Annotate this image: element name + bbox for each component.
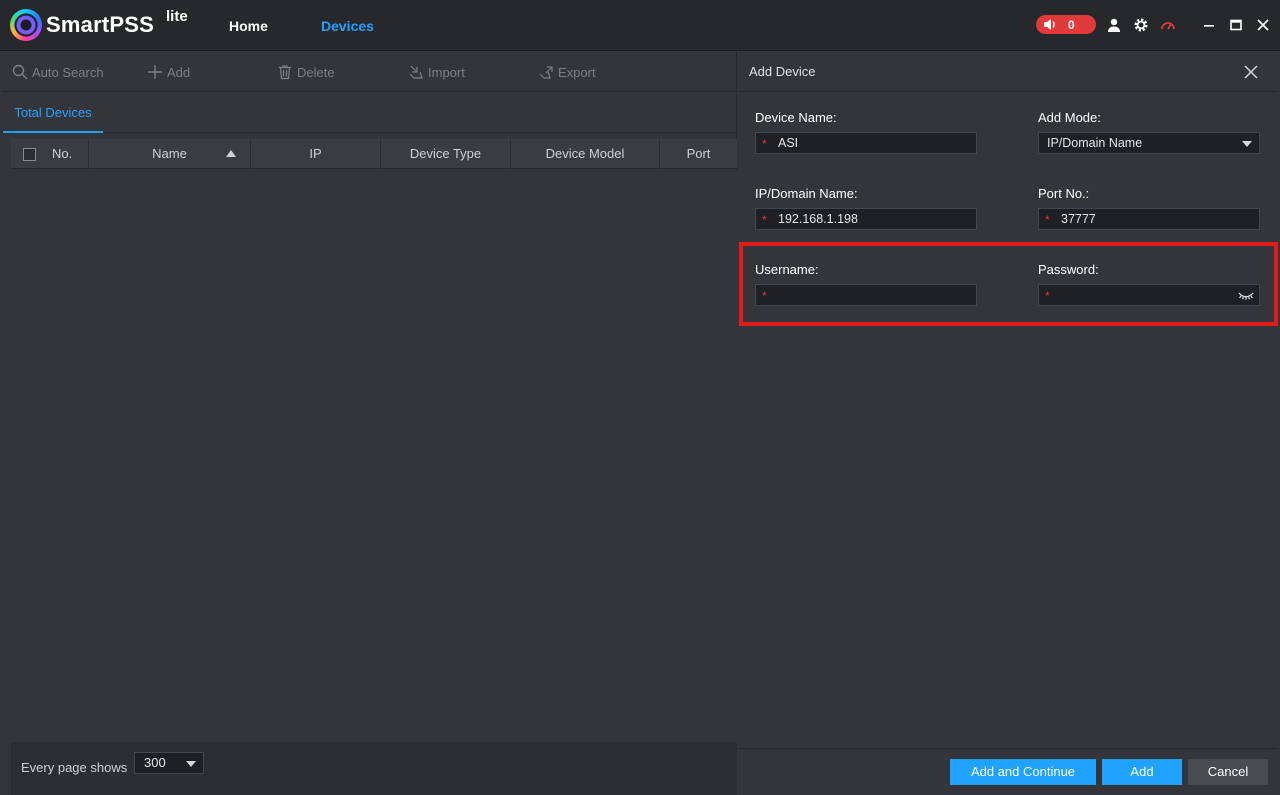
import-label: Import (428, 64, 465, 80)
username-label: Username: (755, 262, 819, 277)
page-size-select[interactable]: 300 (134, 752, 204, 774)
column-device-type[interactable]: Device Type (381, 139, 511, 169)
device-name-label: Device Name: (755, 110, 837, 125)
alarm-count: 0 (1068, 18, 1075, 32)
device-toolbar: Auto Search Add Delete Import Export (2, 52, 737, 92)
performance-gauge-icon[interactable] (1160, 17, 1176, 33)
password-input[interactable]: * (1038, 284, 1260, 306)
column-name-label: Name (152, 146, 187, 161)
password-label: Password: (1038, 262, 1099, 277)
import-icon (409, 65, 423, 79)
user-icon[interactable] (1106, 17, 1122, 33)
required-marker: * (762, 137, 767, 151)
ip-domain-input[interactable]: * 192.168.1.198 (755, 208, 977, 230)
add-device-panel: Add Device Device Name: * ASI Add Mode: … (739, 52, 1277, 795)
column-port[interactable]: Port (660, 139, 737, 169)
auto-search-label: Auto Search (32, 64, 104, 80)
auto-search-button[interactable]: Auto Search (12, 63, 104, 81)
add-device-footer: Add and Continue Add Cancel (739, 748, 1277, 795)
sort-ascending-icon (226, 150, 236, 157)
column-ip-label: IP (309, 146, 322, 161)
maximize-icon[interactable] (1228, 17, 1244, 33)
app-window: SmartPSS lite Home Devices 0 Auto Search… (0, 0, 1280, 795)
column-name[interactable]: Name (89, 139, 251, 169)
add-mode-value: IP/Domain Name (1047, 136, 1143, 150)
device-name-input[interactable]: * ASI (755, 132, 977, 154)
chevron-down-icon (1242, 141, 1252, 147)
add-mode-select[interactable]: IP/Domain Name (1038, 132, 1260, 154)
cancel-button[interactable]: Cancel (1188, 759, 1268, 785)
search-icon (12, 64, 28, 80)
export-label: Export (558, 64, 596, 80)
add-and-continue-button[interactable]: Add and Continue (950, 759, 1096, 785)
port-input[interactable]: * 37777 (1038, 208, 1260, 230)
required-marker: * (1045, 289, 1050, 303)
brand-name: SmartPSS (46, 12, 154, 37)
plus-icon (148, 65, 162, 79)
column-port-label: Port (686, 146, 711, 161)
speaker-icon (1044, 19, 1055, 30)
eye-closed-icon[interactable] (1237, 288, 1255, 302)
device-table-header: No. Name IP Device Type Device Model Por… (11, 139, 737, 169)
tab-total-devices[interactable]: Total Devices (3, 93, 103, 133)
required-marker: * (762, 289, 767, 303)
close-icon[interactable] (1243, 64, 1259, 80)
trash-icon (279, 65, 291, 80)
device-list-panel: Auto Search Add Delete Import Export Tot… (2, 52, 737, 795)
device-table-body (11, 170, 737, 742)
add-label: Add (167, 64, 191, 80)
select-all-checkbox[interactable] (23, 148, 36, 161)
add-button[interactable]: Add (1102, 759, 1182, 785)
username-input[interactable]: * (755, 284, 977, 306)
close-window-icon[interactable] (1255, 17, 1271, 33)
logo-icon (10, 9, 42, 41)
alarm-badge[interactable]: 0 (1036, 15, 1096, 34)
delete-label: Delete (297, 64, 335, 80)
port-label: Port No.: (1038, 186, 1090, 201)
required-marker: * (762, 213, 767, 227)
required-marker: * (1045, 213, 1050, 227)
nav-home[interactable]: Home (229, 18, 268, 34)
gear-icon[interactable] (1133, 17, 1149, 33)
nav-devices[interactable]: Devices (321, 18, 374, 34)
export-icon (539, 66, 553, 79)
brand-suffix: lite (166, 8, 188, 25)
device-tabs: Total Devices (2, 93, 737, 133)
chevron-down-icon (186, 761, 196, 767)
page-size-value: 300 (144, 755, 166, 770)
minimize-icon[interactable] (1201, 17, 1217, 33)
port-value: 37777 (1061, 212, 1096, 226)
column-device-type-label: Device Type (409, 146, 482, 161)
add-mode-label: Add Mode: (1038, 110, 1101, 125)
ip-domain-value: 192.168.1.198 (778, 212, 858, 226)
page-size-label: Every page shows (21, 760, 128, 775)
device-name-value: ASI (778, 136, 799, 150)
add-button[interactable]: Add (147, 63, 190, 81)
column-no[interactable]: No. (11, 139, 89, 169)
column-no-label: No. (52, 146, 73, 161)
column-device-model-label: Device Model (545, 146, 625, 161)
delete-button[interactable]: Delete (277, 63, 335, 81)
add-device-title: Add Device (749, 64, 816, 79)
ip-domain-label: IP/Domain Name: (755, 186, 858, 201)
column-ip[interactable]: IP (251, 139, 381, 169)
pagination-footer: Every page shows 300 (11, 742, 737, 795)
title-bar: SmartPSS lite Home Devices 0 (0, 0, 1280, 51)
import-button[interactable]: Import (408, 63, 465, 81)
export-button[interactable]: Export (538, 63, 596, 81)
column-device-model[interactable]: Device Model (511, 139, 660, 169)
add-device-header: Add Device (739, 52, 1277, 92)
